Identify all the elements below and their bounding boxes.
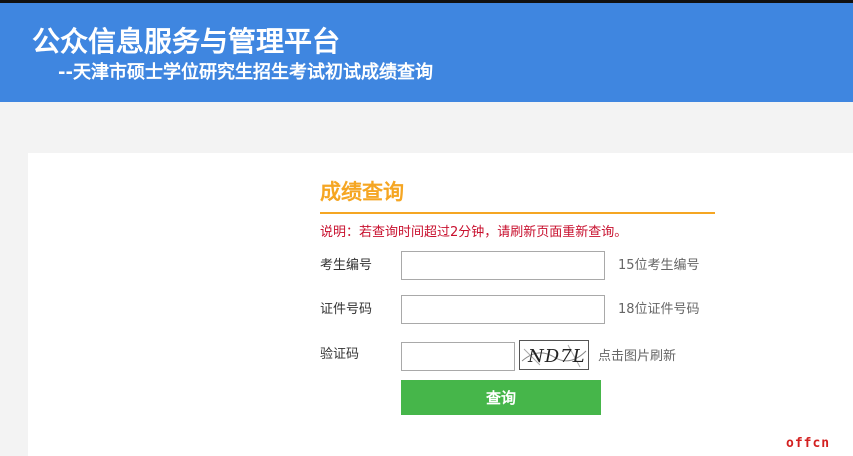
- title-divider: [320, 212, 715, 214]
- captcha-image[interactable]: ND7L: [519, 340, 589, 370]
- captcha-label: 验证码: [320, 347, 360, 362]
- offcn-watermark: offcn: [786, 436, 831, 451]
- captcha-input[interactable]: [401, 342, 515, 371]
- exam-id-input[interactable]: [401, 251, 605, 280]
- captcha-refresh-hint: 点击图片刷新: [598, 349, 677, 364]
- notice-text: 说明：若查询时间超过2分钟，请刷新页面重新查询。: [320, 225, 628, 240]
- site-header: 公众信息服务与管理平台 --天津市硕士学位研究生招生考试初试成绩查询: [0, 3, 853, 102]
- exam-id-label: 考生编号: [320, 258, 373, 273]
- captcha-graphic: ND7L: [521, 344, 587, 368]
- id-number-input[interactable]: [401, 295, 605, 324]
- site-subtitle: --天津市硕士学位研究生招生考试初试成绩查询: [58, 62, 433, 83]
- site-title: 公众信息服务与管理平台: [32, 25, 341, 58]
- query-button[interactable]: 查询: [401, 380, 601, 415]
- form-title: 成绩查询: [320, 180, 404, 204]
- id-number-hint: 18位证件号码: [618, 302, 700, 317]
- exam-id-hint: 15位考生编号: [618, 258, 700, 273]
- captcha-text: ND7L: [527, 346, 586, 367]
- id-number-label: 证件号码: [320, 302, 373, 317]
